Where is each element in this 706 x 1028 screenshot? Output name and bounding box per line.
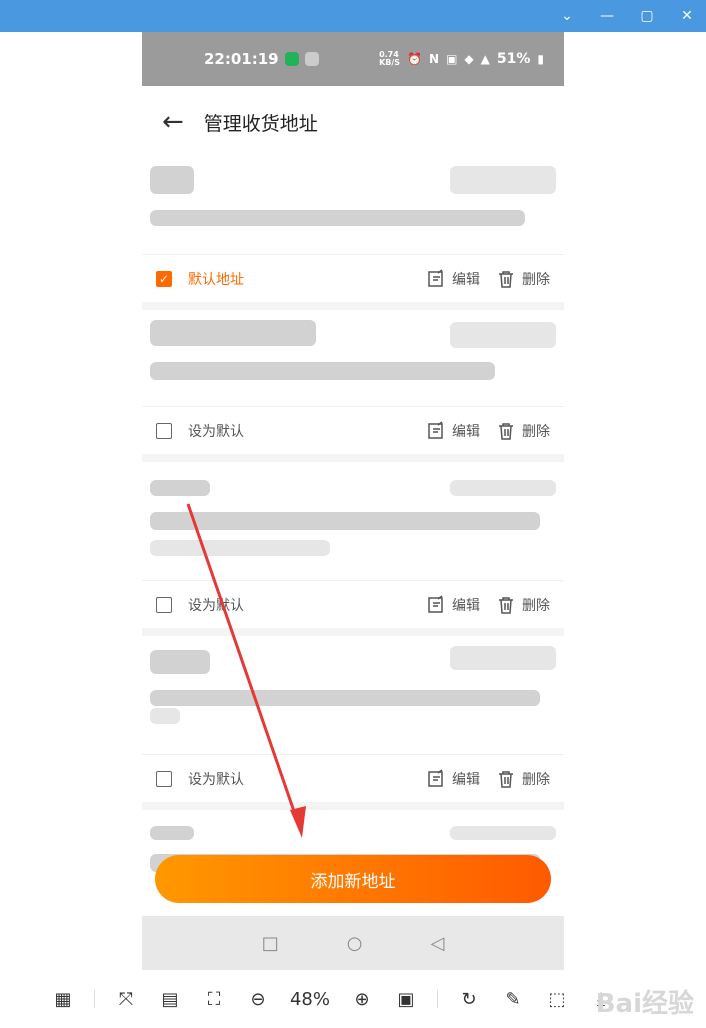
crop-icon[interactable]: ⬚ bbox=[544, 986, 570, 1012]
default-label: 默认地址 bbox=[188, 271, 244, 288]
trash-icon bbox=[499, 422, 513, 440]
network-speed: 0.74 KB/S bbox=[379, 50, 401, 67]
close-icon[interactable]: ✕ bbox=[676, 5, 698, 27]
delete-label: 删除 bbox=[522, 771, 550, 788]
edit-button[interactable]: 编辑 bbox=[426, 768, 480, 789]
edit-image-icon[interactable]: ✎ bbox=[500, 986, 526, 1012]
edit-label: 编辑 bbox=[452, 771, 480, 788]
delete-label: 删除 bbox=[522, 597, 550, 614]
delete-button[interactable]: 删除 bbox=[496, 769, 550, 789]
default-checkbox[interactable]: ✓ bbox=[156, 270, 172, 287]
add-new-address-button[interactable]: 添加新地址 bbox=[155, 855, 551, 903]
android-nav-bar: □ ○ ◁ bbox=[142, 916, 564, 970]
phone-screen: 22:01:19 0.74 KB/S ⏰ N ▣ ◆ ▲ 51% ▮ ← 管理收… bbox=[142, 32, 564, 970]
address-card[interactable]: ✓ 默认地址 编辑 删除 bbox=[142, 158, 564, 302]
set-default-label: 设为默认 bbox=[188, 597, 244, 614]
edit-icon bbox=[428, 420, 443, 439]
actual-size-icon[interactable]: ▣ bbox=[393, 986, 419, 1012]
rotate-icon[interactable]: ↻ bbox=[456, 986, 482, 1012]
maximize-icon[interactable]: ▢ bbox=[636, 5, 658, 27]
edit-icon bbox=[428, 268, 443, 287]
address-list: ✓ 默认地址 编辑 删除 设为默认 编辑 删除 设为默认 编辑 删除 设为默认 … bbox=[142, 158, 564, 950]
image-notification-icon bbox=[304, 52, 319, 66]
recent-apps-icon[interactable]: □ bbox=[262, 933, 279, 954]
zoom-in-icon[interactable]: ⊕ bbox=[349, 986, 375, 1012]
signal-icon: ▲ bbox=[480, 52, 490, 66]
home-icon[interactable]: ○ bbox=[347, 933, 363, 954]
status-time: 22:01:19 bbox=[204, 50, 279, 68]
page-title: 管理收货地址 bbox=[203, 113, 318, 135]
address-card[interactable]: 设为默认 编辑 删除 bbox=[142, 310, 564, 454]
chevron-down-icon[interactable]: ⌄ bbox=[556, 5, 578, 27]
address-card[interactable]: 设为默认 编辑 删除 bbox=[142, 636, 564, 802]
default-checkbox[interactable] bbox=[156, 596, 172, 613]
back-arrow-icon[interactable]: ← bbox=[162, 107, 184, 137]
divider bbox=[437, 990, 438, 1008]
default-checkbox[interactable] bbox=[156, 770, 172, 787]
edit-button[interactable]: 编辑 bbox=[426, 420, 480, 441]
zoom-out-icon[interactable]: ⊖ bbox=[245, 986, 271, 1012]
edit-icon bbox=[428, 768, 443, 787]
nfc-icon: N bbox=[429, 52, 440, 66]
set-default-label: 设为默认 bbox=[188, 423, 244, 440]
edit-button[interactable]: 编辑 bbox=[426, 268, 480, 289]
sim-icon: ▣ bbox=[446, 52, 458, 66]
zoom-level: 48% bbox=[289, 988, 330, 1010]
address-card[interactable]: 设为默认 编辑 删除 bbox=[142, 462, 564, 628]
fullscreen-icon[interactable]: ⛶ bbox=[201, 986, 227, 1012]
alarm-icon: ⏰ bbox=[407, 52, 423, 66]
battery-icon: ▮ bbox=[537, 52, 544, 66]
default-checkbox[interactable] bbox=[156, 422, 172, 439]
back-icon[interactable]: ◁ bbox=[430, 933, 444, 954]
set-default-label: 设为默认 bbox=[188, 771, 244, 788]
fit-icon[interactable]: ⤧ bbox=[113, 986, 139, 1012]
baidu-jingyan-watermark: Bai经验 bbox=[595, 989, 694, 1019]
edit-label: 编辑 bbox=[452, 271, 480, 288]
battery-level: 51% bbox=[496, 51, 531, 67]
delete-button[interactable]: 删除 bbox=[496, 269, 550, 289]
delete-label: 删除 bbox=[522, 271, 550, 288]
trash-icon bbox=[499, 270, 513, 288]
divider bbox=[94, 990, 95, 1008]
window-titlebar: ⌄ — ▢ ✕ bbox=[0, 0, 706, 32]
status-bar: 22:01:19 0.74 KB/S ⏰ N ▣ ◆ ▲ 51% ▮ bbox=[142, 32, 564, 86]
layout-icon[interactable]: ▦ bbox=[50, 986, 76, 1012]
delete-button[interactable]: 删除 bbox=[496, 421, 550, 441]
edit-button[interactable]: 编辑 bbox=[426, 594, 480, 615]
trash-icon bbox=[499, 770, 513, 788]
ocr-icon[interactable]: ▤ bbox=[157, 986, 183, 1012]
edit-label: 编辑 bbox=[452, 423, 480, 440]
app-notification-icon bbox=[284, 52, 299, 66]
page-header: ← 管理收货地址 bbox=[142, 86, 564, 158]
viewer-toolbar: ▦ ⤧ ▤ ⛶ ⊖ 48% ⊕ ▣ ↻ ✎ ⬚ ⤓ Bai经验 bbox=[0, 970, 706, 1028]
edit-label: 编辑 bbox=[452, 597, 480, 614]
minimize-icon[interactable]: — bbox=[596, 5, 618, 27]
delete-label: 删除 bbox=[522, 423, 550, 440]
delete-button[interactable]: 删除 bbox=[496, 595, 550, 615]
wifi-icon: ◆ bbox=[464, 52, 474, 66]
edit-icon bbox=[428, 594, 443, 613]
trash-icon bbox=[499, 596, 513, 614]
